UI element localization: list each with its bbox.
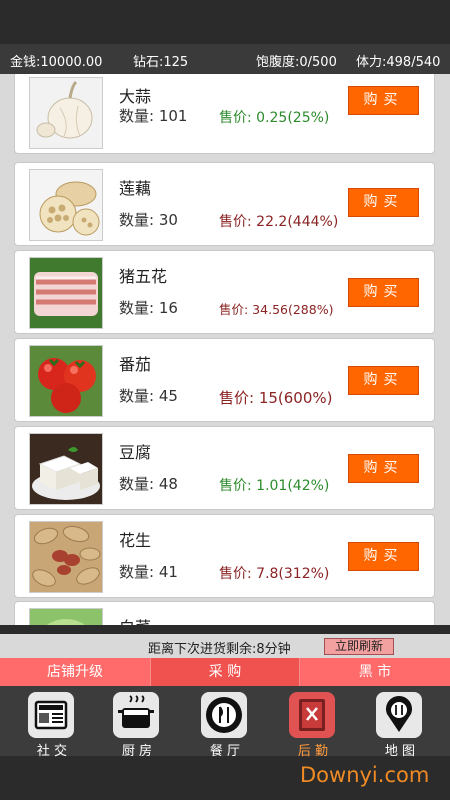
nav-label: 地 图 xyxy=(384,744,416,759)
cabbage-image xyxy=(29,608,103,625)
buy-button[interactable]: 购买 xyxy=(348,454,419,483)
map-pin-icon xyxy=(376,692,422,738)
item-quantity: 数量: 45 xyxy=(119,387,178,405)
satiety-stat: 饱腹度:0/500 xyxy=(256,55,337,70)
list-item: 莲藕 数量: 30 售价: 22.2(444%) 购买 xyxy=(14,162,435,246)
item-price: 售价: 0.25(25%) xyxy=(219,110,330,126)
lotus-root-image xyxy=(29,169,103,241)
buy-button[interactable]: 购买 xyxy=(348,366,419,395)
tab-purchase[interactable]: 采 购 xyxy=(150,658,300,686)
tomato-image xyxy=(29,345,103,417)
nav-map[interactable]: 地 图 xyxy=(370,692,430,759)
buy-button[interactable]: 购买 xyxy=(348,86,419,115)
tofu-image xyxy=(29,433,103,505)
item-name: 猪五花 xyxy=(119,267,168,286)
nav-label: 后 勤 xyxy=(297,744,329,759)
item-name: 莲藕 xyxy=(119,179,152,198)
pork-belly-image xyxy=(29,257,103,329)
stamina-stat: 体力:498/540 xyxy=(356,55,441,70)
watermark: Downyi.com xyxy=(300,763,430,787)
list-item: 猪五花 数量: 16 售价: 34.56(288%) 购买 xyxy=(14,250,435,334)
item-quantity: 数量: 101 xyxy=(119,107,188,125)
item-quantity: 数量: 41 xyxy=(119,563,178,581)
item-quantity: 数量: 16 xyxy=(119,299,178,317)
nav-label: 厨 房 xyxy=(121,744,153,759)
item-price: 售价: 7.8(312%) xyxy=(219,566,330,582)
garlic-image xyxy=(29,77,103,149)
item-name: 花生 xyxy=(119,531,152,550)
restock-bar: 距离下次进货剩余:8分钟 立即刷新 xyxy=(0,634,450,658)
item-quantity: 数量: 48 xyxy=(119,475,178,493)
bottom-nav: 社 交 厨 房 餐 厅 后 勤 地 图 xyxy=(0,686,450,759)
list-item: 番茄 数量: 45 售价: 15(600%) 购买 xyxy=(14,338,435,422)
item-price: 售价: 22.2(444%) xyxy=(219,214,339,230)
item-quantity: 数量: 30 xyxy=(119,211,178,229)
item-price: 售价: 15(600%) xyxy=(219,389,333,407)
item-name: 豆腐 xyxy=(119,443,152,462)
nav-label: 社 交 xyxy=(36,744,68,759)
newspaper-icon xyxy=(28,692,74,738)
nav-kitchen[interactable]: 厨 房 xyxy=(107,692,167,759)
tab-shop-upgrade[interactable]: 店铺升级 xyxy=(0,658,150,686)
pot-icon xyxy=(113,692,159,738)
plate-icon xyxy=(201,692,247,738)
diamond-stat: 钻石:125 xyxy=(133,55,189,70)
top-bar xyxy=(0,0,450,44)
list-item: 花生 数量: 41 售价: 7.8(312%) 购买 xyxy=(14,514,435,598)
shop-tabs: 店铺升级 采 购 黑 市 xyxy=(0,658,450,686)
money-stat: 金钱:10000.00 xyxy=(10,55,103,70)
nav-logistics[interactable]: 后 勤 xyxy=(283,692,343,759)
buy-button[interactable]: 购买 xyxy=(348,188,419,217)
item-price: 售价: 34.56(288%) xyxy=(219,302,334,317)
status-bar: 金钱:10000.00 钻石:125 饱腹度:0/500 体力:498/540 xyxy=(0,44,450,74)
list-item: 豆腐 数量: 48 售价: 1.01(42%) 购买 xyxy=(14,426,435,510)
list-item: 白菜 xyxy=(14,601,435,625)
shop-item-list[interactable]: 大蒜 数量: 101 售价: 0.25(25%) 购买 莲藕 数量: 30 售价… xyxy=(0,74,450,625)
item-name: 大蒜 xyxy=(119,87,152,106)
tab-black-market[interactable]: 黑 市 xyxy=(300,658,450,686)
item-name: 白菜 xyxy=(119,614,151,625)
buy-button[interactable]: 购买 xyxy=(348,542,419,571)
nav-social[interactable]: 社 交 xyxy=(22,692,82,759)
list-item: 大蒜 数量: 101 售价: 0.25(25%) 购买 xyxy=(14,74,435,154)
app-root: { "status": { "money": "金钱:10000.00", "d… xyxy=(0,0,450,800)
peanut-image xyxy=(29,521,103,593)
refresh-now-button[interactable]: 立即刷新 xyxy=(324,638,394,655)
nav-label: 餐 厅 xyxy=(209,744,241,759)
notebook-icon xyxy=(289,692,335,738)
item-price: 售价: 1.01(42%) xyxy=(219,478,330,494)
nav-restaurant[interactable]: 餐 厅 xyxy=(195,692,255,759)
buy-button[interactable]: 购买 xyxy=(348,278,419,307)
item-name: 番茄 xyxy=(119,355,152,374)
restock-timer: 距离下次进货剩余:8分钟 xyxy=(148,642,291,657)
